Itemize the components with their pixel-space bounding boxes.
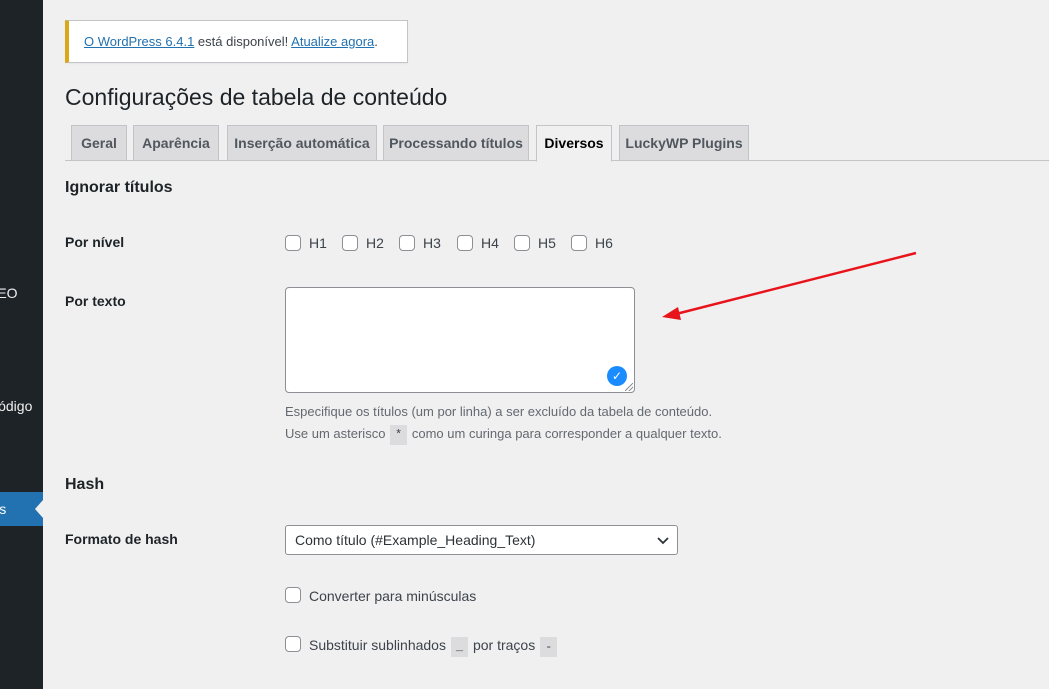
section-title-hash: Hash: [65, 476, 105, 493]
dash-code: -: [540, 637, 558, 657]
admin-sidebar: SEO Código Opções: [0, 0, 43, 689]
checkbox-label-h2: H2: [366, 235, 384, 251]
textarea-description: Especifique os títulos (um por linha) a …: [285, 404, 713, 419]
replace-text-a: Substituir sublinhados: [309, 637, 446, 653]
notice-end: .: [374, 34, 378, 49]
tab-luckywp-plugins[interactable]: LuckyWP Plugins: [619, 125, 749, 161]
tab-diversos[interactable]: Diversos: [536, 125, 612, 162]
wildcard-text-a: Use um asterisco: [285, 426, 386, 441]
checkbox-h5[interactable]: [514, 235, 530, 251]
checkbox-label-h4: H4: [481, 235, 499, 251]
sidebar-current-arrow: [35, 500, 43, 518]
checkbox-h4[interactable]: [457, 235, 473, 251]
sidebar-item-seo[interactable]: SEO: [0, 276, 43, 310]
checkbox-h1[interactable]: [285, 235, 301, 251]
notice-text: está disponível!: [194, 34, 292, 49]
checkbox-h6[interactable]: [571, 235, 587, 251]
update-notice: O WordPress 6.4.1 está disponível! Atual…: [65, 20, 408, 63]
resize-handle-icon[interactable]: [625, 383, 633, 391]
hash-format-select[interactable]: Como título (#Example_Heading_Text): [285, 525, 678, 555]
checkbox-h3[interactable]: [399, 235, 415, 251]
checkbox-replace-underscores[interactable]: [285, 636, 301, 652]
replace-text-b: por traços: [472, 637, 536, 653]
sidebar-item-label: SEO: [0, 285, 18, 301]
tab-geral[interactable]: Geral: [71, 125, 127, 161]
sidebar-item-code[interactable]: Código: [0, 389, 43, 423]
tab-processando-titulos[interactable]: Processando títulos: [383, 125, 529, 161]
underscore-code: _: [450, 637, 469, 657]
page-title: Configurações de tabela de conteúdo: [65, 84, 448, 110]
by-text-label: Por texto: [65, 293, 126, 309]
checkbox-h2[interactable]: [342, 235, 358, 251]
section-title-ignore: Ignorar títulos: [65, 179, 173, 196]
settings-tabs: Geral Aparência Inserção automática Proc…: [65, 125, 1049, 162]
by-level-label: Por nível: [65, 234, 125, 250]
hash-format-label: Formato de hash: [65, 531, 178, 547]
checkbox-lowercase[interactable]: [285, 587, 301, 603]
chevron-down-icon: [657, 537, 669, 545]
checkmark-icon: ✓: [607, 366, 627, 386]
wordpress-version-link[interactable]: O WordPress 6.4.1: [84, 34, 194, 49]
checkbox-label-h1: H1: [309, 235, 327, 251]
sidebar-item-label: Código: [0, 398, 33, 414]
tab-aparencia[interactable]: Aparência: [133, 125, 219, 161]
update-now-link[interactable]: Atualize agora: [291, 34, 374, 49]
checkbox-label-h3: H3: [423, 235, 441, 251]
wildcard-description: Use um asterisco * como um curinga para …: [285, 425, 722, 445]
checkbox-label-replace-underscores: Substituir sublinhados _ por traços -: [309, 637, 558, 657]
wildcard-code: *: [390, 425, 408, 445]
wildcard-text-b: como um curinga para corresponder a qual…: [411, 426, 722, 441]
tab-insercao-automatica[interactable]: Inserção automática: [227, 125, 377, 161]
ignore-text-textarea[interactable]: ✓: [285, 287, 635, 393]
checkbox-label-lowercase: Converter para minúsculas: [309, 588, 477, 604]
checkbox-label-h6: H6: [595, 235, 613, 251]
hash-format-value: Como título (#Example_Heading_Text): [295, 532, 536, 548]
checkbox-label-h5: H5: [538, 235, 556, 251]
